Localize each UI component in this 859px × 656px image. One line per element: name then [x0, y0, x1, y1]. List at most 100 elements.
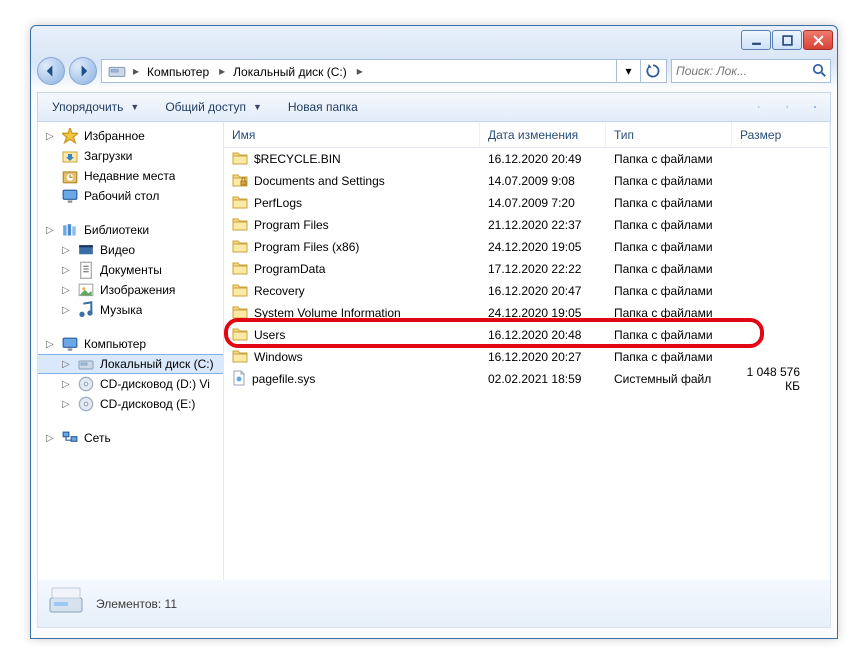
sidebar-item-drive-c[interactable]: ▷ Локальный диск (C:) [38, 354, 223, 374]
search-input[interactable] [676, 64, 812, 78]
close-button[interactable] [803, 30, 833, 50]
history-dropdown[interactable]: ▾ [616, 60, 640, 82]
back-button[interactable] [37, 57, 65, 85]
file-type: Папка с файлами [606, 174, 732, 188]
file-row[interactable]: Program Files (x86)24.12.2020 19:05Папка… [224, 236, 830, 258]
expand-icon[interactable]: ▷ [62, 245, 72, 256]
sidebar-label: Документы [100, 263, 162, 277]
file-name: Recovery [254, 284, 305, 298]
refresh-button[interactable] [640, 60, 664, 82]
folder-icon [232, 173, 248, 190]
titlebar[interactable] [31, 26, 837, 54]
file-type: Папка с файлами [606, 262, 732, 276]
expand-icon[interactable]: ▷ [46, 433, 56, 444]
breadcrumb-computer[interactable]: Компьютер [142, 60, 216, 82]
sidebar-item-recent[interactable]: Недавние места [38, 166, 223, 186]
sidebar-libraries[interactable]: ▷Библиотеки [38, 220, 223, 240]
expand-icon[interactable]: ▷ [46, 225, 56, 236]
chevron-down-icon: ▼ [130, 102, 139, 112]
share-label: Общий доступ [165, 100, 246, 114]
chevron-right-icon[interactable]: ▸ [130, 64, 142, 78]
file-size: 1 048 576 КБ [732, 365, 830, 393]
sidebar-item-desktop[interactable]: Рабочий стол [38, 186, 223, 206]
col-name[interactable]: Имя [224, 122, 480, 147]
expand-icon[interactable]: ▷ [46, 131, 56, 142]
star-icon [62, 128, 78, 144]
sidebar-label: Загрузки [84, 149, 132, 163]
col-label: Дата изменения [488, 128, 578, 142]
sidebar-item-drive-d[interactable]: ▷ CD-дисковод (D:) Vi [38, 374, 223, 394]
file-row[interactable]: Recovery16.12.2020 20:47Папка с файлами [224, 280, 830, 302]
sidebar-label: Видео [100, 243, 135, 257]
sidebar-item-music[interactable]: ▷ Музыка [38, 300, 223, 320]
col-label: Имя [232, 128, 255, 142]
file-date: 16.12.2020 20:47 [480, 284, 606, 298]
expand-icon[interactable]: ▷ [62, 399, 72, 410]
col-date[interactable]: Дата изменения [480, 122, 606, 147]
newfolder-button[interactable]: Новая папка [280, 98, 366, 116]
expand-icon[interactable]: ▷ [62, 379, 72, 390]
file-row[interactable]: Users16.12.2020 20:48Папка с файлами [224, 324, 830, 346]
sidebar-item-documents[interactable]: ▷ Документы [38, 260, 223, 280]
expand-icon[interactable]: ▷ [62, 359, 72, 370]
address-bar[interactable]: ▸ Компьютер ▸ Локальный диск (C:) ▸ ▾ [101, 59, 667, 83]
downloads-icon [62, 148, 78, 164]
share-menu[interactable]: Общий доступ ▼ [157, 98, 270, 116]
sidebar-favorites[interactable]: ▷Избранное [38, 126, 223, 146]
expand-icon[interactable]: ▷ [62, 265, 72, 276]
sidebar-item-downloads[interactable]: Загрузки [38, 146, 223, 166]
minimize-button[interactable] [741, 30, 771, 50]
sidebar-item-pictures[interactable]: ▷Изображения [38, 280, 223, 300]
file-row[interactable]: ProgramData17.12.2020 22:22Папка с файла… [224, 258, 830, 280]
file-name: Windows [254, 350, 303, 364]
expand-icon[interactable]: ▷ [46, 339, 56, 350]
file-row[interactable]: $RECYCLE.BIN16.12.2020 20:49Папка с файл… [224, 148, 830, 170]
sidebar-label: CD-дисковод (D:) Vi [100, 377, 210, 391]
maximize-button[interactable] [772, 30, 802, 50]
preview-pane-button[interactable] [778, 98, 796, 116]
file-row[interactable]: Program Files21.12.2020 22:37Папка с фай… [224, 214, 830, 236]
file-date: 02.02.2021 18:59 [480, 372, 606, 386]
sidebar-item-video[interactable]: ▷ Видео [38, 240, 223, 260]
folder-icon [232, 349, 248, 366]
newfolder-label: Новая папка [288, 100, 358, 114]
folder-icon [232, 305, 248, 322]
sidebar-item-drive-e[interactable]: ▷ CD-дисковод (E:) [38, 394, 223, 414]
sidebar-section-favorites: ▷Избранное Загрузки Недавние места Рабоч… [38, 126, 223, 206]
file-row[interactable]: Documents and Settings14.07.2009 9:08Пап… [224, 170, 830, 192]
file-icon [232, 370, 246, 389]
col-type[interactable]: Тип [606, 122, 732, 147]
statusbar: Элементов: 11 [37, 580, 831, 628]
sidebar-label: Музыка [100, 303, 142, 317]
sidebar-network[interactable]: ▷Сеть [38, 428, 223, 448]
organize-menu[interactable]: Упорядочить ▼ [44, 98, 147, 116]
navbar: ▸ Компьютер ▸ Локальный диск (C:) ▸ ▾ [37, 54, 831, 88]
expand-icon[interactable]: ▷ [62, 305, 72, 316]
folder-icon [232, 327, 248, 344]
chevron-down-icon: ▼ [253, 102, 262, 112]
organize-label: Упорядочить [52, 100, 123, 114]
sidebar-computer[interactable]: ▷Компьютер [38, 334, 223, 354]
file-name: Program Files [254, 218, 329, 232]
col-size[interactable]: Размер [732, 122, 830, 147]
sidebar-label: CD-дисковод (E:) [100, 397, 195, 411]
file-date: 14.07.2009 7:20 [480, 196, 606, 210]
expand-icon[interactable]: ▷ [62, 285, 72, 296]
file-type: Папка с файлами [606, 350, 732, 364]
view-options-button[interactable] [750, 98, 768, 116]
sidebar-label: Локальный диск (C:) [100, 357, 214, 371]
file-date: 14.07.2009 9:08 [480, 174, 606, 188]
chevron-right-icon[interactable]: ▸ [354, 64, 366, 78]
breadcrumb-drive-c[interactable]: Локальный диск (C:) [228, 60, 354, 82]
file-row[interactable]: PerfLogs14.07.2009 7:20Папка с файлами [224, 192, 830, 214]
chevron-right-icon[interactable]: ▸ [216, 64, 228, 78]
search-box[interactable] [671, 59, 831, 83]
forward-button[interactable] [69, 57, 97, 85]
recent-icon [62, 168, 78, 184]
file-row[interactable]: pagefile.sys02.02.2021 18:59Системный фа… [224, 368, 830, 390]
folder-icon [232, 283, 248, 300]
file-row[interactable]: System Volume Information24.12.2020 19:0… [224, 302, 830, 324]
help-button[interactable]: ? [806, 98, 824, 116]
drive-icon [48, 586, 84, 622]
search-icon[interactable] [812, 63, 826, 79]
